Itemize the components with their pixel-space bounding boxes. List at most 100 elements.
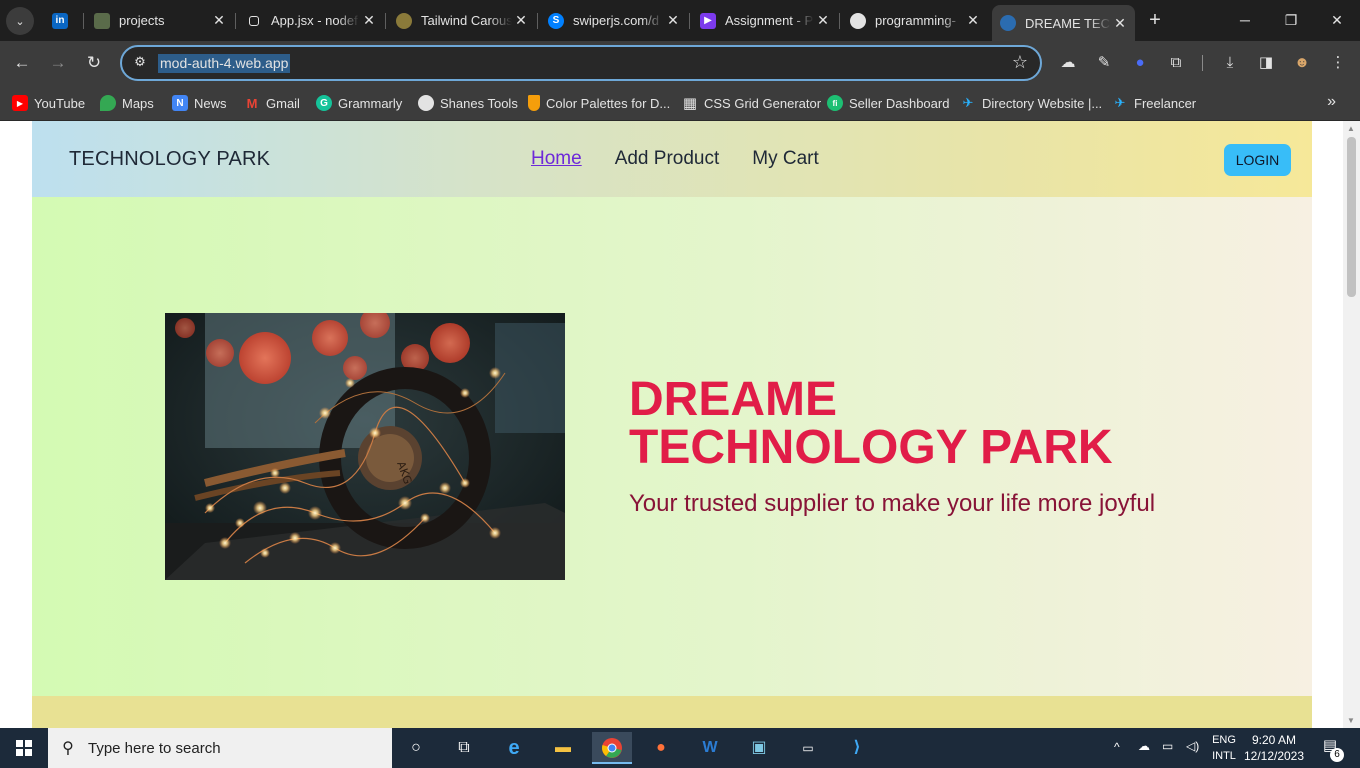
bookmark-grammarly[interactable]: G Grammarly	[316, 93, 402, 113]
site-settings-icon[interactable]: ⚙	[130, 54, 150, 72]
grammarly-icon: G	[316, 95, 332, 111]
close-window-icon[interactable]: ✕	[1314, 8, 1360, 32]
bookmark-freelancer[interactable]: ✈ Freelancer	[1112, 93, 1197, 113]
extensions-puzzle-icon[interactable]: ⧉	[1164, 51, 1188, 75]
nav-link-home[interactable]: Home	[531, 148, 582, 170]
bookmark-news[interactable]: N News	[172, 93, 227, 113]
windows-start-icon[interactable]	[0, 728, 48, 768]
tab-title: programming-	[875, 13, 956, 28]
minimize-icon[interactable]: ─	[1222, 8, 1268, 32]
tab-search-chevron-icon[interactable]: ⌄	[6, 7, 34, 35]
grid-icon: ▦	[682, 95, 698, 112]
tab-programming[interactable]: programming- ✕	[842, 6, 988, 35]
tray-chevron-icon[interactable]: ^	[1114, 740, 1120, 768]
system-clock[interactable]: 9:20 AM 12/12/2023	[1240, 732, 1308, 764]
chrome-icon[interactable]	[592, 732, 632, 764]
bookmarks-bar: ▶ YouTube Maps N News M Gmail G Grammarl…	[0, 85, 1360, 121]
bookmark-seller-dashboard[interactable]: fi Seller Dashboard	[827, 93, 949, 113]
tab-assignment[interactable]: ▶ Assignment - P ✕	[692, 6, 838, 35]
volume-icon[interactable]: ◁)	[1186, 739, 1199, 768]
file-explorer-icon[interactable]: ▬	[543, 732, 583, 764]
tab-title: Assignment - P	[725, 13, 814, 28]
search-icon: ⚲	[62, 740, 74, 757]
onedrive-cloud-icon[interactable]: ☁	[1138, 739, 1150, 768]
bookmark-directory-website[interactable]: ✈ Directory Website |...	[960, 93, 1103, 113]
photos-app-icon[interactable]: ▣	[739, 732, 779, 764]
task-view-icon[interactable]: ⧉	[444, 732, 484, 764]
fiverr-icon: fi	[827, 95, 843, 111]
bookmark-star-icon[interactable]: ☆	[1012, 52, 1028, 73]
nav-link-add-product[interactable]: Add Product	[615, 148, 720, 170]
alien-extension-icon[interactable]: ●	[1128, 51, 1152, 75]
taskbar-search[interactable]: ⚲ Type here to search	[48, 728, 392, 768]
close-tab-icon[interactable]: ✕	[512, 12, 530, 29]
tab-separator	[839, 13, 840, 29]
close-tab-icon[interactable]: ✕	[964, 12, 982, 29]
hero-image: AKG	[165, 313, 565, 580]
close-tab-icon[interactable]: ✕	[210, 12, 228, 29]
bookmark-label: Seller Dashboard	[849, 95, 950, 111]
eyedropper-icon[interactable]: ✎	[1092, 51, 1116, 75]
website: TECHNOLOGY PARK Home Add Product My Cart…	[32, 121, 1312, 728]
bookmark-label: Maps	[122, 95, 154, 111]
tab-swiperjs[interactable]: S swiperjs.com/d ✕	[540, 6, 688, 35]
more-bookmarks-icon[interactable]: »	[1327, 93, 1336, 111]
clock-date: 12/12/2023	[1243, 749, 1305, 763]
extension-cloud-icon[interactable]: ☁	[1056, 51, 1080, 75]
reload-icon[interactable]: ↻	[80, 49, 108, 77]
close-tab-icon[interactable]: ✕	[360, 12, 378, 29]
edge-icon[interactable]: e	[494, 732, 534, 764]
tab-tailwind-carousel[interactable]: Tailwind Carousel ✕	[388, 6, 536, 35]
new-tab-icon[interactable]: +	[1145, 8, 1165, 32]
menu-kebab-icon[interactable]: ⋮	[1326, 51, 1350, 75]
address-bar[interactable]: ⚙ mod-auth-4.web.app ☆	[120, 45, 1042, 81]
notification-center-icon[interactable]: ▤ 6	[1316, 736, 1344, 762]
bookmark-label: Gmail	[266, 95, 300, 111]
nav-link-my-cart[interactable]: My Cart	[752, 148, 819, 170]
search-placeholder: Type here to search	[88, 739, 221, 757]
back-icon[interactable]: ←	[8, 49, 36, 77]
language-indicator[interactable]: ENG INTL	[1208, 732, 1240, 764]
bookmark-shanes-tools[interactable]: Shanes Tools	[418, 93, 518, 113]
cortana-icon[interactable]: ○	[396, 732, 436, 764]
vscode-icon[interactable]: ⟩	[837, 732, 877, 764]
scrollbar-thumb[interactable]	[1347, 137, 1356, 297]
bookmark-color-palettes[interactable]: Color Palettes for D...	[528, 93, 670, 113]
site-brand[interactable]: TECHNOLOGY PARK	[69, 148, 270, 171]
tab-separator	[689, 13, 690, 29]
notification-count-badge: 6	[1330, 748, 1344, 762]
terminal-icon[interactable]: ▭	[788, 732, 828, 764]
scroll-up-icon[interactable]: ▲	[1347, 124, 1355, 133]
scroll-down-icon[interactable]: ▼	[1347, 716, 1355, 725]
page-scrollbar[interactable]: ▲ ▼	[1343, 121, 1360, 728]
close-tab-icon[interactable]: ✕	[1111, 15, 1129, 32]
url-text[interactable]: mod-auth-4.web.app	[158, 54, 291, 73]
download-icon[interactable]: ⤓	[1218, 51, 1242, 75]
bookmark-gmail[interactable]: M Gmail	[244, 93, 300, 113]
firefox-icon[interactable]: ●	[641, 732, 681, 764]
tab-separator	[537, 13, 538, 29]
close-tab-icon[interactable]: ✕	[664, 12, 682, 29]
bookmark-label: Color Palettes for D...	[546, 95, 671, 111]
restore-icon[interactable]: ❐	[1268, 8, 1314, 32]
bookmark-label: News	[194, 95, 227, 111]
word-icon[interactable]: W	[690, 732, 730, 764]
linkedin-icon: in	[52, 12, 68, 29]
headphones-with-fairy-lights-image: AKG	[165, 313, 565, 580]
close-tab-icon[interactable]: ✕	[814, 12, 832, 29]
bookmark-maps[interactable]: Maps	[100, 93, 154, 113]
tab-linkedin[interactable]: in	[44, 6, 82, 35]
network-icon[interactable]: ▭	[1162, 739, 1173, 768]
login-button[interactable]: LOGIN	[1224, 144, 1291, 176]
bird-icon: ✈	[962, 95, 974, 110]
bird-icon: ✈	[1114, 95, 1126, 110]
tab-app-jsx[interactable]: App.jsx - nodef ✕	[238, 6, 384, 35]
tab-dreame-tech[interactable]: DREAME TECH ✕	[992, 5, 1135, 41]
page-icon	[249, 15, 259, 26]
bookmark-youtube[interactable]: ▶ YouTube	[12, 93, 85, 113]
forward-icon[interactable]: →	[44, 49, 72, 77]
bookmark-css-grid-generator[interactable]: ▦ CSS Grid Generator	[682, 93, 821, 113]
tab-projects[interactable]: projects ✕	[86, 6, 234, 35]
profile-avatar-icon[interactable]: ☻	[1290, 51, 1314, 75]
side-panel-icon[interactable]: ◨	[1254, 51, 1278, 75]
